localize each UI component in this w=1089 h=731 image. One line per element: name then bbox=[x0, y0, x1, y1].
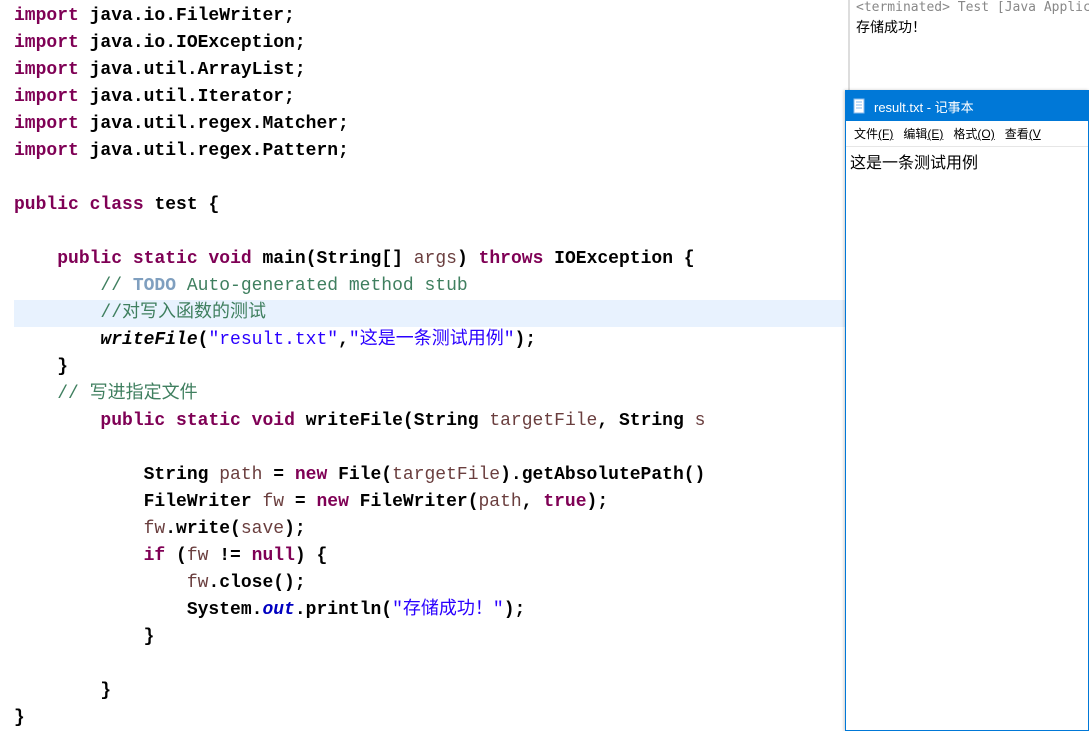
if-line: if (fw != null) { bbox=[14, 543, 848, 570]
highlighted-comment: //对写入函数的测试 bbox=[14, 300, 848, 327]
menu-file[interactable]: 文件(F) bbox=[850, 123, 897, 144]
code-line: import java.util.ArrayList; bbox=[14, 57, 848, 84]
class-declaration: public class test { bbox=[14, 192, 848, 219]
code-line: import java.util.regex.Matcher; bbox=[14, 111, 848, 138]
code-line: import java.io.IOException; bbox=[14, 30, 848, 57]
blank-line bbox=[14, 651, 848, 678]
notepad-content[interactable]: 这是一条测试用例 bbox=[846, 147, 1088, 175]
menu-format[interactable]: 格式(O) bbox=[949, 123, 998, 144]
notepad-title: result.txt - 记事本 bbox=[874, 97, 974, 116]
todo-comment: // TODO Auto-generated method stub bbox=[14, 273, 848, 300]
console-panel[interactable]: <terminated> Test [Java Applic 存储成功！ bbox=[852, 0, 1089, 90]
code-line: import java.util.Iterator; bbox=[14, 84, 848, 111]
blank-line bbox=[14, 219, 848, 246]
blank-line bbox=[14, 435, 848, 462]
menu-view[interactable]: 查看(V bbox=[1001, 123, 1045, 144]
blank-line bbox=[14, 165, 848, 192]
notepad-icon bbox=[852, 98, 868, 114]
code-line: import java.io.FileWriter; bbox=[14, 3, 848, 30]
code-editor[interactable]: import java.io.FileWriter; import java.i… bbox=[0, 0, 850, 731]
file-comment: // 写进指定文件 bbox=[14, 381, 848, 408]
main-method: public static void main(String[] args) t… bbox=[14, 246, 848, 273]
fw-write-line: fw.write(save); bbox=[14, 516, 848, 543]
close-if-brace: } bbox=[14, 624, 848, 651]
fw-close-line: fw.close(); bbox=[14, 570, 848, 597]
console-header: <terminated> Test [Java Applic bbox=[852, 0, 1089, 15]
close-writefile-brace: } bbox=[14, 678, 848, 705]
notepad-menubar[interactable]: 文件(F) 编辑(E) 格式(O) 查看(V bbox=[846, 121, 1088, 147]
notepad-window[interactable]: result.txt - 记事本 文件(F) 编辑(E) 格式(O) 查看(V … bbox=[845, 90, 1089, 731]
close-class-brace: } bbox=[14, 705, 848, 731]
notepad-titlebar[interactable]: result.txt - 记事本 bbox=[846, 91, 1088, 121]
println-line: System.out.println("存储成功！"); bbox=[14, 597, 848, 624]
close-main-brace: } bbox=[14, 354, 848, 381]
path-line: String path = new File(targetFile).getAb… bbox=[14, 462, 848, 489]
writefile-call: writeFile("result.txt","这是一条测试用例"); bbox=[14, 327, 848, 354]
menu-edit[interactable]: 编辑(E) bbox=[899, 123, 947, 144]
code-line: import java.util.regex.Pattern; bbox=[14, 138, 848, 165]
console-output: 存储成功！ bbox=[852, 15, 1089, 39]
writefile-method: public static void writeFile(String targ… bbox=[14, 408, 848, 435]
filewriter-line: FileWriter fw = new FileWriter(path, tru… bbox=[14, 489, 848, 516]
